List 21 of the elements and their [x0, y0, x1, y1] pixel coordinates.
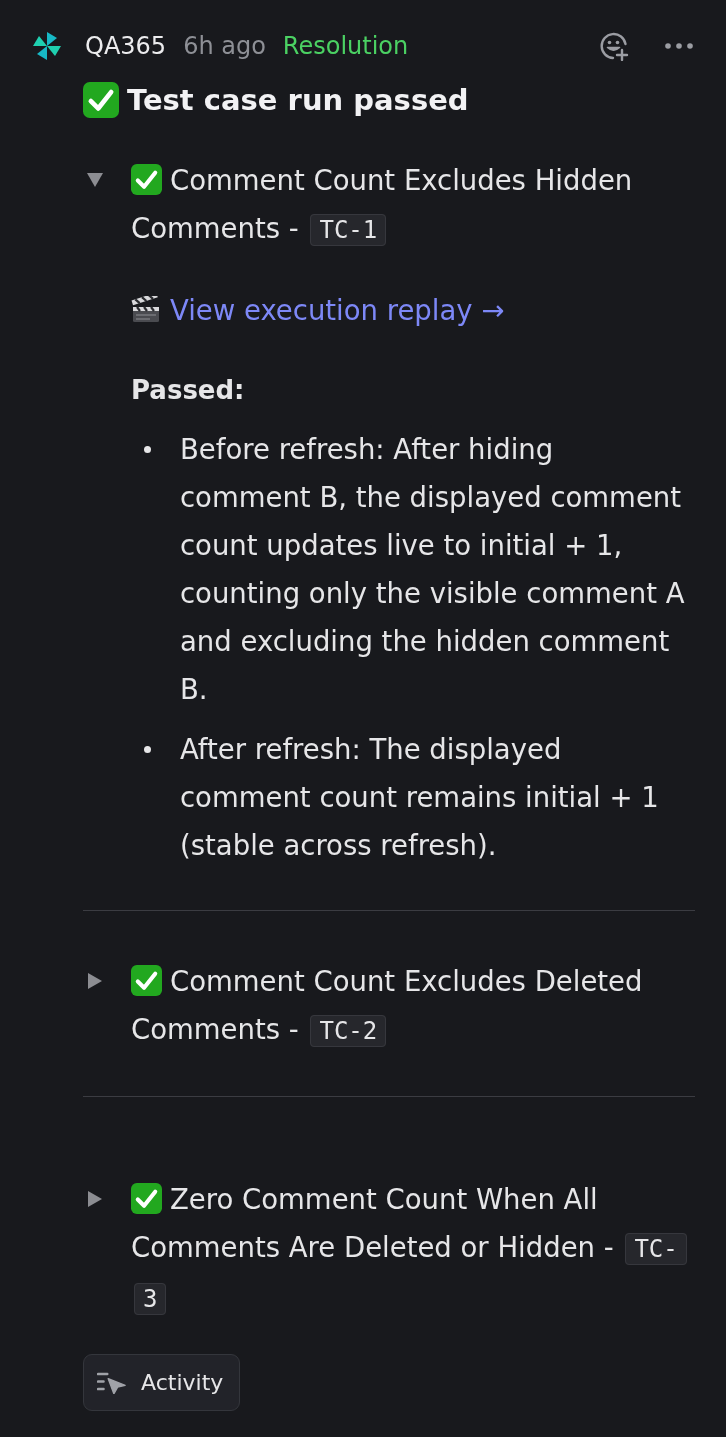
list-pointer-icon [97, 1371, 127, 1394]
caret-icon[interactable] [87, 1191, 103, 1207]
timestamp: 6h ago [183, 32, 266, 60]
author-name[interactable]: QA365 [85, 32, 167, 60]
caret-icon[interactable] [87, 973, 103, 989]
test-case-title: Comment Count Excludes Deleted Comments - TC-2 [131, 964, 644, 1049]
finding-text: After refresh: The displayed comment count remains initial + 1 (stable across refresh). [180, 732, 660, 863]
more-options-icon[interactable] [665, 43, 693, 49]
bullet-icon [144, 446, 151, 453]
activity-button[interactable]: Activity [83, 1354, 241, 1411]
pinwheel-logo-icon [32, 31, 62, 61]
category-label: Resolution [282, 32, 409, 60]
post-title: Test case run passed [127, 83, 469, 117]
caret-icon[interactable] [87, 173, 103, 187]
execution-replay-link[interactable]: View execution replay → [170, 294, 505, 326]
result-heading: Passed: [131, 374, 246, 407]
smiley-plus-icon[interactable] [599, 31, 629, 61]
finding-text: Before refresh: After hiding comment B, the displayed comment count updates live to initial + 1, counting only the visible comment A and excluding the hidden comment B. [180, 432, 686, 707]
test-case-title: Comment Count Excludes Hidden Comments - TC-1 [131, 163, 634, 248]
bullet-icon [144, 746, 151, 753]
clapperboard-icon [131, 296, 161, 324]
